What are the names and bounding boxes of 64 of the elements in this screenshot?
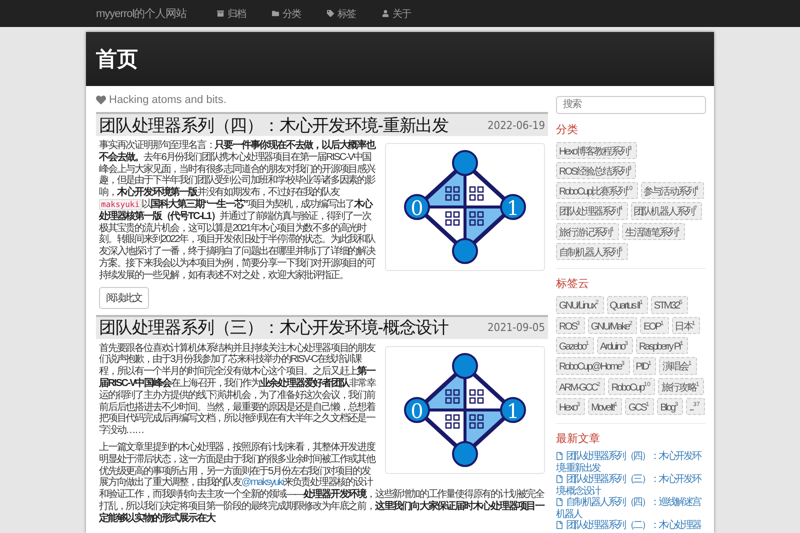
user-link[interactable]: @maksyuki bbox=[241, 477, 284, 488]
file-icon bbox=[556, 521, 563, 530]
post-paragraph: 首先要跟各位喜欢计算机体系结构并且持续关注木心处理器项目的朋友们说声抱歉，由于3月份我参加了芯来科技举办的RISV-C在线培训课程，所以有一个半月的时间完全没有做木心这个项目。之后又赶上第一届RISC-V中国峰会在上海召开，我们作为业余处理器爱好者团队非常幸运的得到了主办方提供的线下演讲机会，为了准备好这次会议，我们前前后后也搭进去不少时间。当然，最重要的原因是还是自己懒，总想着把项目代码完成后再编写文档，所以拖到现在有大半年之久文档还是一字没动…… bbox=[99, 342, 377, 437]
recent-post-link[interactable]: 自制机器人系列（四）：巡线解迷宫机器人 bbox=[556, 497, 706, 520]
nav-link[interactable]: 分类 bbox=[272, 6, 301, 20]
category-tag[interactable]: 团队机器人系列$^{7}$ bbox=[630, 202, 702, 220]
tag-chip[interactable]: MoveIt!$^{1}$ bbox=[588, 398, 622, 416]
inline-code: maksyuki bbox=[99, 198, 142, 210]
post-title[interactable]: 团队处理器系列（四）：木心开发环境-重新出发 bbox=[99, 114, 448, 136]
tag-chip[interactable]: ...$^{37}$ bbox=[686, 398, 705, 416]
tag-chip[interactable]: Raspberry Pi$^{1}$ bbox=[636, 337, 688, 354]
page-title: 首页 bbox=[96, 47, 138, 73]
nav-link[interactable]: 标签 bbox=[326, 6, 356, 20]
recent-post-link[interactable]: 团队处理器系列（三）：木心开发环境-概念设计 bbox=[556, 474, 706, 498]
nav-link[interactable]: 归档 bbox=[216, 6, 246, 20]
tag-chip[interactable]: RoboCup@Home$^{3}$ bbox=[556, 357, 630, 375]
heart-icon bbox=[96, 95, 106, 105]
tag-chip[interactable]: Blog$^{3}$ bbox=[657, 398, 684, 416]
tag-chip[interactable]: Hexo$^{3}$ bbox=[556, 398, 586, 416]
post-paragraph: 事实再次证明那句至理名言：只要一件事你现在不去做，以后大概率也不会去做。去年6月份我们团队携木心处理器项目在第一届RISC-V中国峰会上与大家见面，当时有很多志同道合的朋友对我们的开源项目感兴趣，但是由于下半年我们团队受到公司加班和学校毕业等诸多因素的影响，木心开发环境第一版并没有如期发布，不过好在我的队友 maksyuki 以国科大第三期“一生一芯”项目为契机，成功编写出了木心处理器核第一版（代号TC-L1）并通过了前端仿真与验证，得到了一次极其宝贵的流片机会，这可以算是2021年木心项目为数不多的高光时刻。转眼间来到2022年，项目开发依旧处于半停滞的状态。为此我和队友深入地探讨了一番，终于搞明白了问题出在哪里并制订了详细的解决方案。接下来我会以为本项目为例，简要分享一下我们对开源项目的可持续发展的一些见解，如有表述不对之处，欢迎大家批评指正。 bbox=[99, 140, 377, 282]
category-tag[interactable]: 自制机器人系列$^{5}$ bbox=[556, 243, 628, 260]
recent-post-link[interactable]: 团队处理器系列（二）：木心处理器 bbox=[556, 520, 706, 532]
logo-drawing: 0 1 bbox=[403, 352, 527, 468]
motto-text: Hacking atoms and bits. bbox=[109, 94, 226, 106]
tag-chip[interactable]: ROS$^{3}$ bbox=[556, 316, 585, 334]
file-icon bbox=[556, 475, 563, 484]
post-title[interactable]: 团队处理器系列（三）：木心开发环境-概念设计 bbox=[99, 316, 448, 340]
tag-icon bbox=[326, 10, 334, 17]
tag-chip[interactable]: PID$^{1}$ bbox=[632, 357, 656, 375]
file-icon bbox=[556, 498, 563, 506]
tag-chip[interactable]: Gazebo$^{1}$ bbox=[556, 337, 594, 354]
tag-chip[interactable]: STM32$^{5}$ bbox=[650, 296, 688, 314]
tag-chip[interactable]: Arduino$^{3}$ bbox=[596, 337, 633, 354]
category-tag[interactable]: 团队处理器系列$^{4}$ bbox=[556, 202, 628, 220]
recent-post-link[interactable]: 团队处理器系列（四）：木心开发环境-重新出发 bbox=[556, 451, 706, 474]
user-icon bbox=[382, 10, 389, 17]
category-tag[interactable]: 旅行游记系列$^{1}$ bbox=[556, 222, 619, 240]
category-tag[interactable]: RoboCup比赛系列$^{10}$ bbox=[556, 182, 638, 200]
nav-link[interactable]: 关于 bbox=[382, 6, 411, 20]
archive-icon bbox=[216, 10, 224, 17]
tag-chip[interactable]: Quartus II$^{1}$ bbox=[606, 296, 648, 314]
tag-chip[interactable]: 演唱会$^{1}$ bbox=[659, 357, 697, 375]
section-title: 标签云 bbox=[556, 277, 590, 292]
folder-icon bbox=[272, 10, 279, 17]
tag-chip[interactable]: GCS$^{1}$ bbox=[625, 398, 654, 416]
tag-chip[interactable]: RoboCup$^{10}$ bbox=[608, 378, 656, 396]
section-title: 最新文章 bbox=[556, 432, 601, 446]
file-icon bbox=[556, 452, 563, 460]
category-tag[interactable]: Hexo博客教程系列$^{3}$ bbox=[556, 142, 637, 159]
read-more-button[interactable]: 阅读此文 bbox=[99, 286, 149, 309]
tag-chip[interactable]: 旅行攻略$^{1}$ bbox=[658, 378, 704, 396]
section-title: 分类 bbox=[556, 122, 579, 136]
category-tag[interactable]: 参与活动系列$^{4}$ bbox=[640, 182, 704, 200]
logo-drawing: 0 1 bbox=[403, 149, 527, 265]
tag-chip[interactable]: EOP$^{1}$ bbox=[640, 316, 669, 334]
site-brand[interactable]: myyerrol的个人网站 bbox=[96, 6, 187, 21]
tag-chip[interactable]: 日本$^{1}$ bbox=[672, 316, 700, 334]
tag-chip[interactable]: GNU/Make$^{2}$ bbox=[588, 316, 638, 334]
post-date: 2021-09-05 bbox=[487, 321, 545, 334]
tag-chip[interactable]: ARM-GCC$^{2}$ bbox=[556, 378, 606, 396]
category-tag[interactable]: ROS经验总结系列$^{3}$ bbox=[556, 162, 636, 180]
category-tag[interactable]: 生活随笔系列$^{1}$ bbox=[622, 222, 685, 240]
search-field[interactable]: 搜索 bbox=[556, 96, 706, 114]
post-date: 2022-06-19 bbox=[487, 118, 545, 132]
